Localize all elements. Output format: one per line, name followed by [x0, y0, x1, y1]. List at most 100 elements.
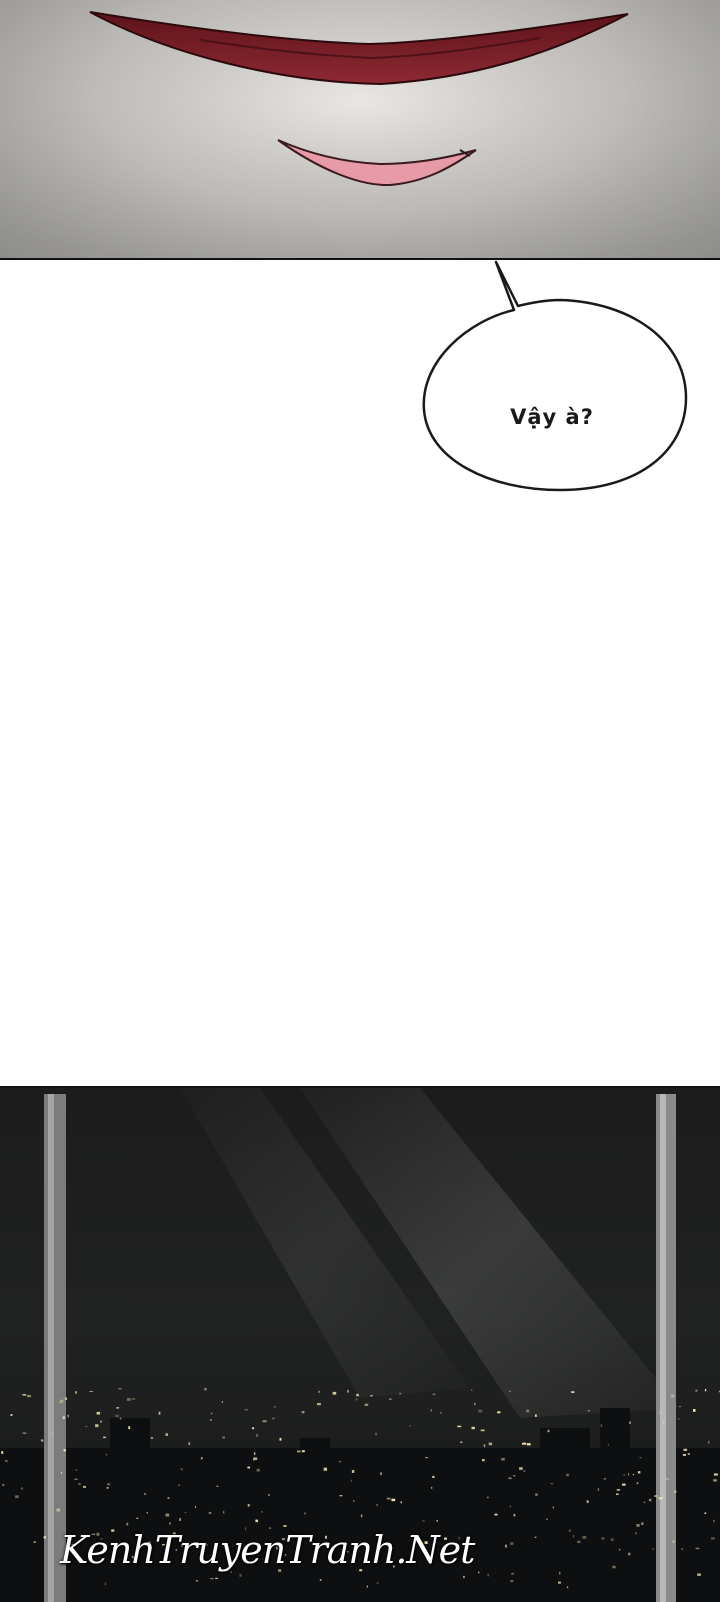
city-light: [566, 1473, 570, 1477]
city-light: [600, 1424, 603, 1427]
city-light: [268, 1493, 270, 1496]
city-light: [616, 1493, 619, 1495]
city-light: [436, 1520, 438, 1522]
city-light: [658, 1497, 663, 1500]
city-light: [487, 1496, 489, 1499]
city-light: [364, 1403, 369, 1406]
city-light: [662, 1421, 665, 1424]
city-light: [262, 1420, 267, 1423]
city-light: [178, 1484, 180, 1486]
city-light: [587, 1410, 590, 1412]
city-light: [697, 1573, 701, 1576]
city-light: [43, 1536, 46, 1539]
city-light: [683, 1448, 688, 1451]
city-light: [107, 1483, 111, 1486]
city-light: [380, 1472, 382, 1476]
city-light: [439, 1411, 442, 1414]
city-light: [682, 1453, 686, 1456]
city-light: [339, 1495, 343, 1497]
city-light: [167, 1497, 170, 1499]
city-light: [353, 1500, 355, 1502]
city-light: [704, 1389, 707, 1392]
city-light: [222, 1436, 225, 1439]
city-light: [256, 1468, 260, 1472]
city-light: [636, 1482, 639, 1485]
city-light: [106, 1487, 109, 1489]
city-light: [297, 1450, 301, 1453]
city-light: [375, 1432, 377, 1436]
city-light: [75, 1469, 78, 1471]
city-light: [15, 1495, 19, 1499]
city-light: [597, 1488, 600, 1491]
city-light: [96, 1411, 101, 1415]
city-light: [629, 1421, 631, 1425]
site-watermark: KenhTruyenTranh.Net: [60, 1528, 475, 1572]
city-light: [85, 1426, 88, 1428]
city-light: [430, 1409, 432, 1412]
city-light: [60, 1471, 62, 1474]
city-light: [616, 1489, 621, 1491]
city-light: [184, 1511, 187, 1513]
city-light: [637, 1471, 641, 1474]
city-light: [59, 1399, 64, 1403]
city-light: [535, 1414, 537, 1417]
city-light: [1, 1451, 4, 1454]
city-light: [641, 1522, 644, 1525]
city-light: [704, 1512, 707, 1514]
city-light: [22, 1394, 27, 1396]
city-light: [431, 1486, 433, 1489]
city-light: [478, 1409, 483, 1413]
city-light: [603, 1478, 606, 1480]
city-light: [483, 1444, 486, 1448]
city-light: [210, 1412, 213, 1415]
city-light: [165, 1433, 168, 1436]
city-light: [681, 1548, 684, 1550]
city-light: [169, 1522, 171, 1525]
city-light: [95, 1424, 99, 1428]
city-light: [376, 1504, 378, 1506]
city-light: [158, 1411, 161, 1415]
city-light: [301, 1450, 305, 1453]
city-light: [432, 1393, 436, 1395]
city-light: [482, 1459, 485, 1462]
city-light: [522, 1442, 527, 1445]
city-light: [22, 1432, 27, 1434]
city-light: [409, 1425, 411, 1427]
city-light: [216, 1485, 219, 1487]
city-light: [56, 1508, 60, 1512]
city-light: [63, 1449, 66, 1452]
city-light: [509, 1390, 511, 1392]
city-light: [355, 1398, 358, 1401]
city-light: [131, 1398, 136, 1400]
city-light: [713, 1479, 717, 1482]
city-light: [78, 1483, 81, 1485]
city-light: [471, 1426, 475, 1430]
city-light: [679, 1405, 682, 1408]
city-light: [628, 1473, 630, 1476]
city-light: [632, 1474, 634, 1476]
city-light: [432, 1475, 435, 1478]
city-light: [40, 1439, 44, 1442]
city-light: [253, 1452, 256, 1455]
city-light: [713, 1519, 715, 1523]
city-light: [457, 1425, 462, 1428]
city-light: [648, 1498, 652, 1502]
city-light: [535, 1493, 538, 1496]
city-light: [10, 1414, 13, 1416]
city-light: [179, 1518, 181, 1521]
city-light: [400, 1501, 402, 1504]
city-light: [103, 1436, 106, 1439]
city-light: [471, 1389, 473, 1391]
city-light: [356, 1393, 359, 1397]
city-light: [247, 1504, 250, 1507]
city-light: [301, 1411, 305, 1414]
city-light: [165, 1513, 170, 1517]
city-light: [519, 1467, 523, 1470]
city-light: [391, 1498, 396, 1502]
city-light: [210, 1419, 212, 1421]
city-light: [51, 1432, 53, 1435]
city-light: [74, 1478, 78, 1480]
city-light: [244, 1409, 248, 1411]
city-light: [67, 1414, 69, 1418]
city-light: [643, 1501, 646, 1503]
